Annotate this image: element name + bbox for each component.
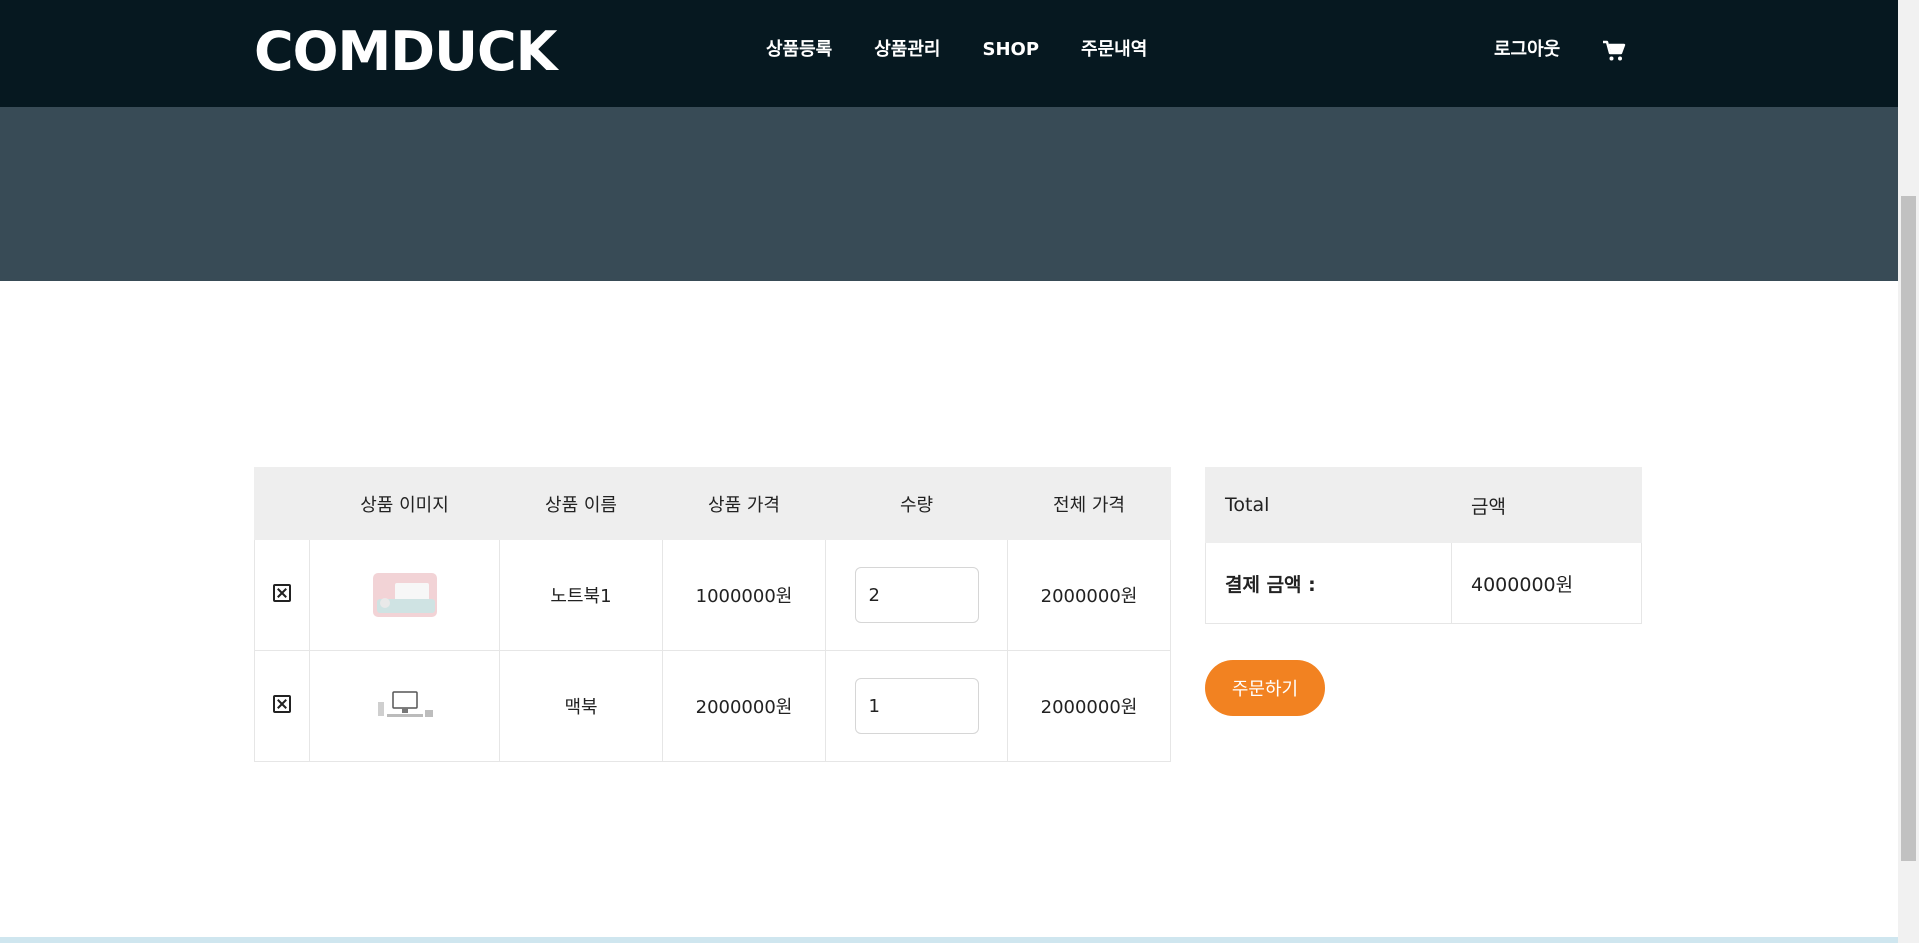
remove-cell: [254, 650, 310, 762]
nav-shop[interactable]: SHOP: [983, 38, 1040, 62]
order-summary: Total 금액 결제 금액 : 4000000원: [1205, 467, 1642, 624]
product-thumbnail: [372, 684, 437, 728]
cart-table-header: 상품 이미지 상품 이름 상품 가격 수량 전체 가격: [254, 467, 1171, 540]
nav-product-manage[interactable]: 상품관리: [874, 38, 940, 62]
row-total: 2000000원: [1007, 539, 1171, 651]
main-nav: 상품등록 상품관리 SHOP 주문내역: [766, 38, 1147, 62]
payment-amount-value: 4000000원: [1451, 542, 1642, 624]
table-row: 노트북1 1000000원 2000000원: [254, 539, 1171, 651]
table-row: 맥북 2000000원 2000000원: [254, 650, 1171, 762]
top-navbar: COMDUCK 상품등록 상품관리 SHOP 주문내역 로그아웃: [0, 0, 1898, 107]
nav-order-history[interactable]: 주문내역: [1081, 38, 1147, 62]
product-thumbnail: [372, 573, 437, 617]
shopping-cart-icon[interactable]: [1602, 40, 1626, 62]
header-quantity: 수량: [825, 467, 1008, 540]
logo[interactable]: COMDUCK: [254, 22, 557, 82]
remove-item-icon[interactable]: [273, 583, 291, 602]
summary-row: 결제 금액 : 4000000원: [1205, 542, 1642, 624]
cart-table: 상품 이미지 상품 이름 상품 가격 수량 전체 가격 노트북1 1000000…: [254, 467, 1171, 762]
remove-cell: [254, 539, 310, 651]
header-total: 전체 가격: [1007, 467, 1171, 540]
payment-amount-label: 결제 금액 :: [1205, 542, 1452, 624]
image-cell: [309, 650, 500, 762]
row-total: 2000000원: [1007, 650, 1171, 762]
order-button[interactable]: 주문하기: [1205, 660, 1325, 716]
bottom-strip: [0, 937, 1898, 943]
scrollbar-thumb[interactable]: [1901, 196, 1916, 861]
quantity-input[interactable]: [854, 567, 979, 623]
logout-link[interactable]: 로그아웃: [1494, 38, 1560, 62]
header-name: 상품 이름: [499, 467, 663, 540]
remove-item-icon[interactable]: [273, 694, 291, 713]
quantity-input[interactable]: [854, 678, 979, 734]
summary-amount-header: 금액: [1451, 467, 1642, 543]
product-name[interactable]: 맥북: [499, 650, 663, 762]
product-price: 2000000원: [662, 650, 826, 762]
header-image: 상품 이미지: [309, 467, 500, 540]
quantity-cell: [825, 650, 1008, 762]
summary-header: Total 금액: [1205, 467, 1642, 543]
header-remove: [254, 467, 310, 540]
vertical-scrollbar[interactable]: [1898, 0, 1919, 943]
product-name[interactable]: 노트북1: [499, 539, 663, 651]
nav-product-register[interactable]: 상품등록: [766, 38, 832, 62]
hero-banner: [0, 107, 1898, 281]
image-cell: [309, 539, 500, 651]
product-price: 1000000원: [662, 539, 826, 651]
summary-total-header: Total: [1205, 467, 1452, 543]
header-price: 상품 가격: [662, 467, 826, 540]
quantity-cell: [825, 539, 1008, 651]
